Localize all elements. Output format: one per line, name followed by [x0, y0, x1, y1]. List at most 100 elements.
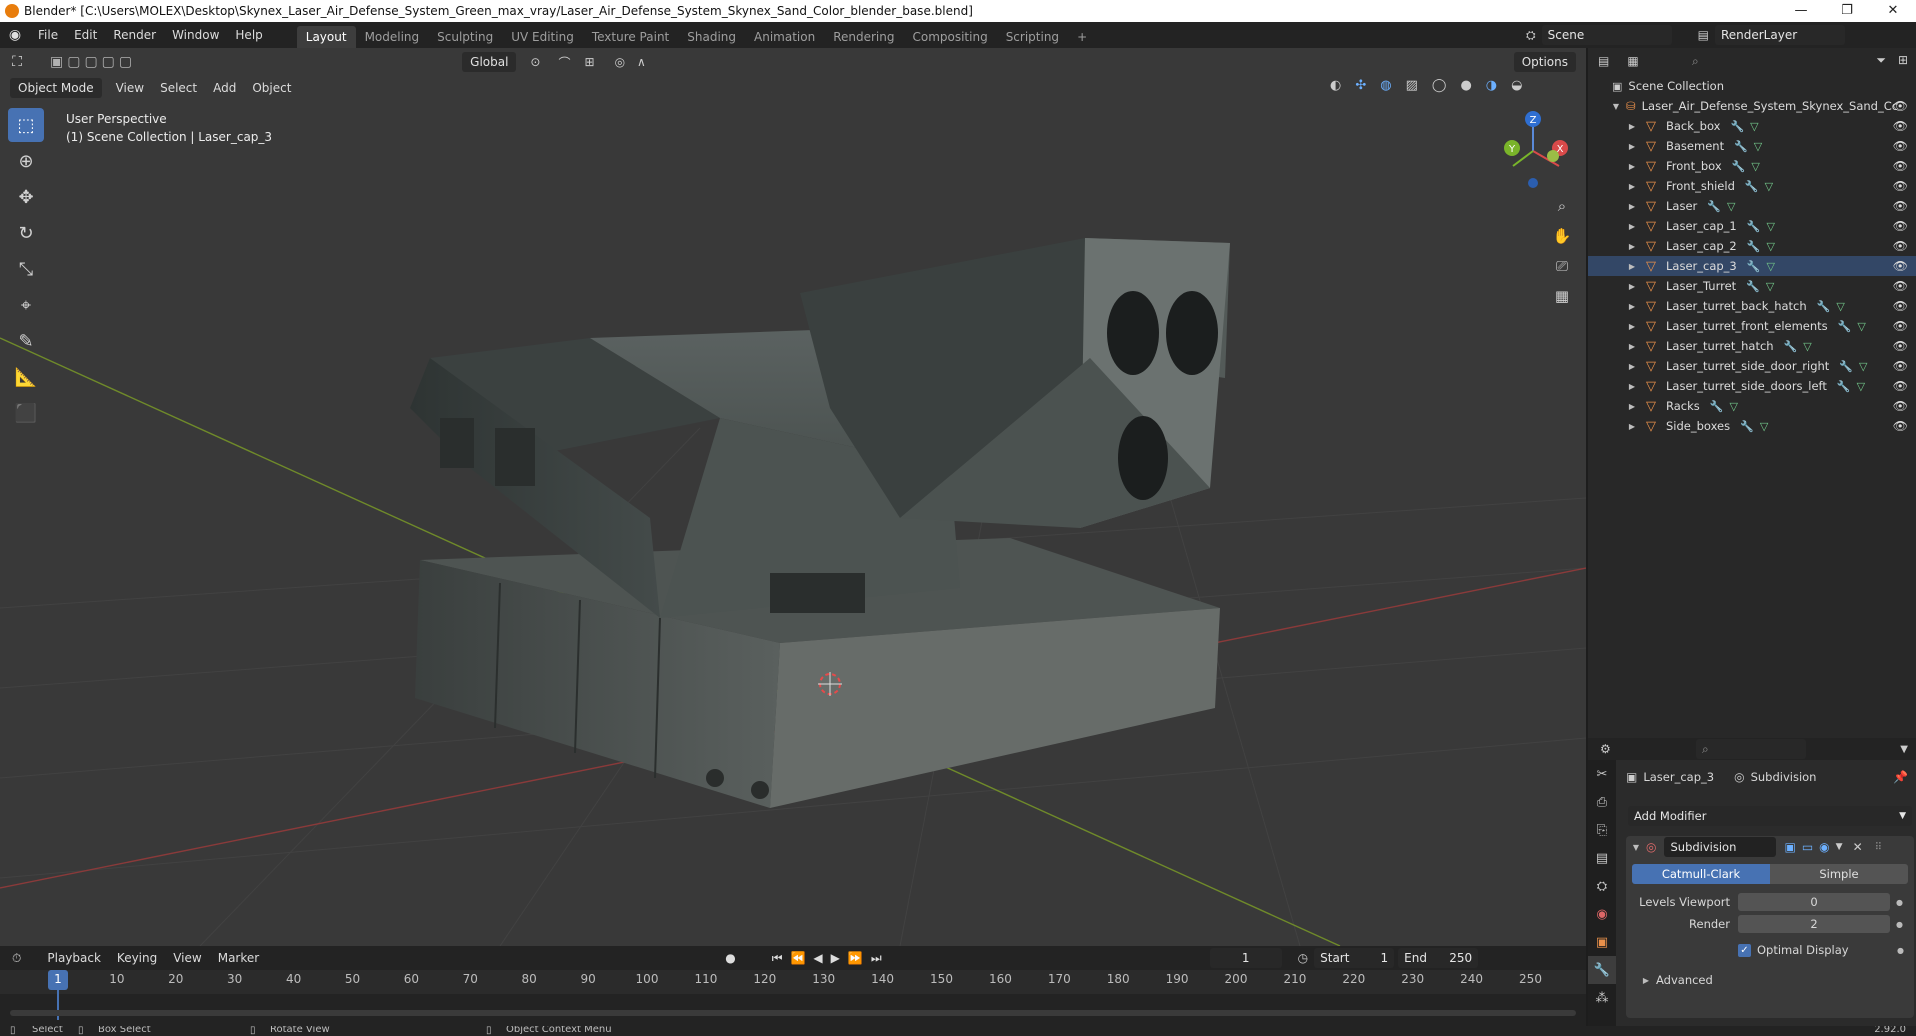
scale-tool-icon[interactable]: ⤡ — [8, 252, 44, 286]
ortho-grid-icon[interactable]: ▦ — [1549, 283, 1575, 309]
expand-icon[interactable]: ▶ — [1626, 382, 1638, 391]
modifier-icon[interactable]: 🔧 — [1745, 180, 1759, 193]
eye-icon[interactable]: 👁 — [1893, 179, 1908, 193]
outliner-item[interactable]: ▶ ▽ Laser_turret_front_elements 🔧 ▽ 👁 — [1588, 316, 1916, 336]
simple-button[interactable]: Simple — [1770, 864, 1908, 884]
object-mode-dropdown[interactable]: Object Mode — [10, 78, 102, 98]
eye-icon[interactable]: 👁 — [1893, 299, 1908, 313]
annotate-tool-icon[interactable]: ✎ — [8, 324, 44, 358]
add-cube-tool-icon[interactable]: ⬛ — [8, 396, 44, 430]
outliner-item[interactable]: ▶ ▽ Laser_turret_side_door_right 🔧 ▽ 👁 — [1588, 356, 1916, 376]
edit-mode-toggle-icon[interactable]: ▣ — [1784, 840, 1795, 854]
view-layer-tab-icon[interactable]: ▤ — [1588, 844, 1616, 872]
modifier-icon[interactable]: 🔧 — [1710, 400, 1724, 413]
scene-tab-icon[interactable]: ⛭ — [1588, 872, 1616, 900]
expand-icon[interactable]: ▶ — [1626, 402, 1638, 411]
tab-modeling[interactable]: Modeling — [356, 26, 429, 48]
modifier-icon[interactable]: 🔧 — [1732, 160, 1746, 173]
shading-material-icon[interactable]: ◑ — [1486, 78, 1497, 93]
expand-icon[interactable]: ▶ — [1626, 122, 1638, 131]
mesh-data-icon[interactable]: ▽ — [1857, 320, 1865, 333]
mesh-data-icon[interactable]: ▽ — [1857, 380, 1865, 393]
proportional-edit-icon[interactable]: ◎ — [615, 55, 625, 69]
expand-icon[interactable]: ▶ — [1626, 222, 1638, 231]
mesh-data-icon[interactable]: ▽ — [1859, 360, 1867, 373]
modifier-dropdown-icon[interactable]: ▼ — [1836, 842, 1843, 852]
outliner-item[interactable]: ▶ ▽ Laser_cap_1 🔧 ▽ 👁 — [1588, 216, 1916, 236]
collapse-icon[interactable]: ▼ — [1630, 843, 1642, 852]
outliner-search-input[interactable]: ⌕ — [1686, 51, 1796, 71]
expand-advanced-icon[interactable]: ▶ — [1640, 976, 1652, 985]
collection-row[interactable]: ▼ ⛁ Laser_Air_Defense_System_Skynex_Sand… — [1588, 96, 1916, 116]
snap-target-icon[interactable]: ⊞ — [585, 55, 595, 69]
tab-scripting[interactable]: Scripting — [997, 26, 1068, 48]
playback-controls[interactable]: ⏮⏪◀▶⏩⏭ — [772, 951, 890, 966]
mesh-data-icon[interactable]: ▽ — [1754, 140, 1762, 153]
menu-file[interactable]: File — [30, 22, 66, 48]
mesh-data-icon[interactable]: ▽ — [1766, 240, 1774, 253]
new-collection-icon[interactable]: ⊞ — [1898, 53, 1908, 67]
render-toggle-icon[interactable]: ◉ — [1819, 840, 1829, 854]
overlay-toggle-icon[interactable]: ◍ — [1380, 78, 1391, 93]
menu-window[interactable]: Window — [164, 22, 227, 48]
expand-icon[interactable]: ▶ — [1626, 262, 1638, 271]
eye-icon[interactable]: 👁 — [1893, 319, 1908, 333]
drag-handle-icon[interactable]: ⠿ — [1875, 842, 1882, 853]
outliner-item[interactable]: ▶ ▽ Basement 🔧 ▽ 👁 — [1588, 136, 1916, 156]
outliner-item[interactable]: ▶ ▽ Racks 🔧 ▽ 👁 — [1588, 396, 1916, 416]
select-mode-icons[interactable]: ▣▢▢▢▢ — [50, 54, 136, 70]
viewport-menu-add[interactable]: Add — [205, 81, 244, 95]
expand-icon[interactable]: ▶ — [1626, 182, 1638, 191]
particles-tab-icon[interactable]: ⁂ — [1588, 984, 1616, 1012]
expand-icon[interactable]: ▶ — [1626, 322, 1638, 331]
keyframe-dot-icon[interactable]: ● — [1896, 920, 1903, 929]
outliner-item[interactable]: ▶ ▽ Laser_turret_side_doors_left 🔧 ▽ 👁 — [1588, 376, 1916, 396]
eye-icon[interactable]: 👁 — [1893, 119, 1908, 133]
expand-icon[interactable]: ▶ — [1626, 162, 1638, 171]
timeline-scrollbar[interactable] — [10, 1010, 1576, 1016]
expand-icon[interactable]: ▶ — [1626, 142, 1638, 151]
outliner-item[interactable]: ▶ ▽ Front_shield 🔧 ▽ 👁 — [1588, 176, 1916, 196]
add-modifier-dropdown[interactable]: Add Modifier ▼ — [1628, 806, 1912, 826]
eye-icon[interactable]: 👁 — [1893, 139, 1908, 153]
outliner-item[interactable]: ▶ ▽ Laser_cap_2 🔧 ▽ 👁 — [1588, 236, 1916, 256]
outliner-item[interactable]: ▶ ▽ Laser_turret_hatch 🔧 ▽ 👁 — [1588, 336, 1916, 356]
modifier-icon[interactable]: 🔧 — [1707, 200, 1721, 213]
viewport-menu-select[interactable]: Select — [152, 81, 205, 95]
tool-tab-icon[interactable]: ✂ — [1588, 760, 1616, 788]
modifier-icon[interactable]: 🔧 — [1817, 300, 1831, 313]
outliner-editor-icon[interactable]: ▤ — [1598, 54, 1609, 68]
output-tab-icon[interactable]: ⎘ — [1588, 816, 1616, 844]
modifier-icon[interactable]: 🔧 — [1730, 120, 1744, 133]
viewport-menu-view[interactable]: View — [108, 81, 152, 95]
render-levels-field[interactable]: 2 — [1738, 915, 1890, 933]
timeline-menu-keying[interactable]: Keying — [109, 951, 165, 965]
tab-shading[interactable]: Shading — [678, 26, 745, 48]
modifier-icon[interactable]: 🔧 — [1747, 240, 1761, 253]
eye-icon[interactable]: 👁 — [1893, 159, 1908, 173]
tab-uv-editing[interactable]: UV Editing — [502, 26, 583, 48]
outliner-item[interactable]: ▶ ▽ Laser_turret_back_hatch 🔧 ▽ 👁 — [1588, 296, 1916, 316]
orientation-dropdown[interactable]: Global — [462, 52, 517, 72]
modifier-icon[interactable]: 🔧 — [1784, 340, 1798, 353]
timeline-editor-icon[interactable]: ⏱ — [12, 951, 21, 966]
render-tab-icon[interactable]: ⎙ — [1588, 788, 1616, 816]
tab-texture-paint[interactable]: Texture Paint — [583, 26, 678, 48]
mesh-data-icon[interactable]: ▽ — [1729, 400, 1737, 413]
mesh-data-icon[interactable]: ▽ — [1727, 200, 1735, 213]
record-icon[interactable]: ● — [725, 951, 735, 965]
expand-icon[interactable]: ▶ — [1626, 202, 1638, 211]
eye-icon[interactable]: 👁 — [1893, 199, 1908, 213]
mesh-data-icon[interactable]: ▽ — [1766, 280, 1774, 293]
eye-icon[interactable]: 👁 — [1893, 379, 1908, 393]
3d-viewport[interactable]: Z X Y User Perspective (1) Scene Collect… — [0, 48, 1586, 946]
expand-icon[interactable]: ▶ — [1626, 342, 1638, 351]
expand-icon[interactable]: ▶ — [1626, 362, 1638, 371]
levels-viewport-field[interactable]: 0 — [1738, 893, 1890, 911]
scene-field[interactable]: Scene — [1541, 25, 1672, 45]
outliner-item[interactable]: ▶ ▽ Side_boxes 🔧 ▽ 👁 — [1588, 416, 1916, 436]
expand-icon[interactable]: ▶ — [1626, 302, 1638, 311]
select-box-tool-icon[interactable]: ⬚ — [8, 108, 44, 142]
tab-compositing[interactable]: Compositing — [903, 26, 996, 48]
xray-icon[interactable]: ▨ — [1406, 78, 1418, 93]
